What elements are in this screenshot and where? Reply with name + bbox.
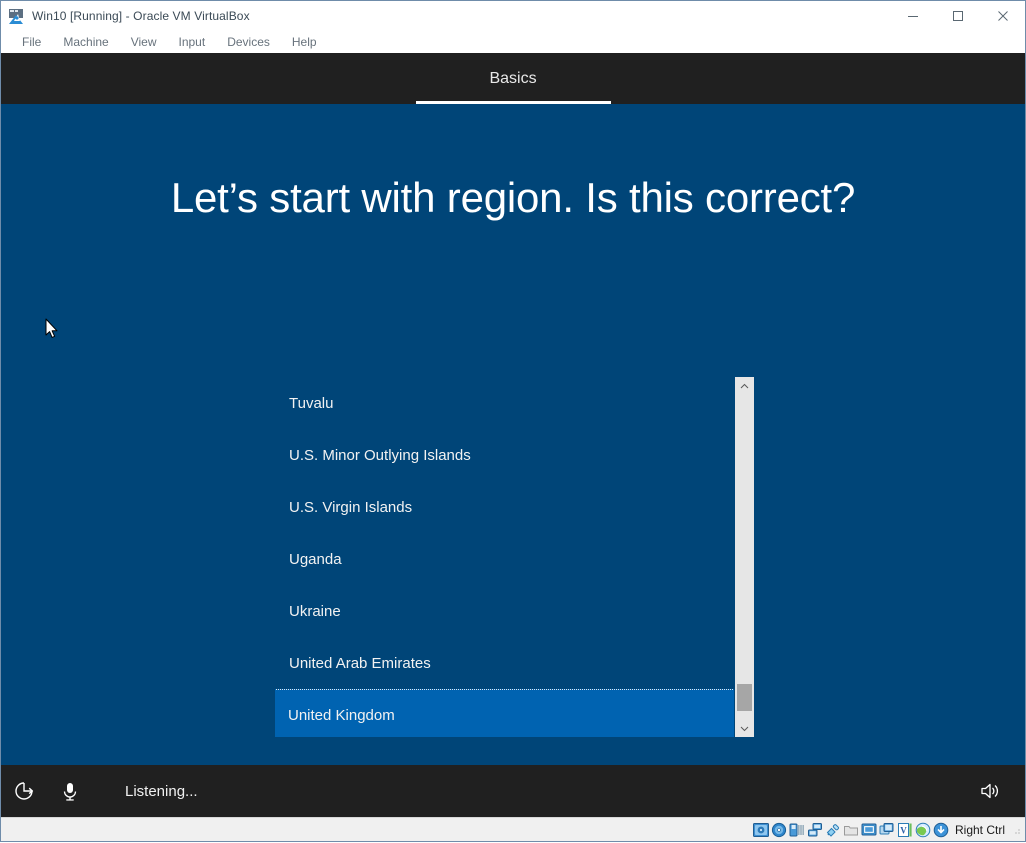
menu-item-input[interactable]: Input xyxy=(168,31,217,53)
volume-icon xyxy=(981,783,999,799)
chevron-up-icon xyxy=(740,383,749,388)
microphone-button[interactable] xyxy=(47,765,93,817)
minimize-icon xyxy=(907,16,918,17)
menu-item-help[interactable]: Help xyxy=(281,31,328,53)
scrollbar-track[interactable] xyxy=(735,394,754,720)
oobe-footer: Listening... xyxy=(1,765,1025,817)
footer-right-group xyxy=(967,765,1025,817)
list-item-label: Ukraine xyxy=(289,602,341,620)
list-item-label: United Kingdom xyxy=(288,706,395,724)
menu-item-view[interactable]: View xyxy=(120,31,168,53)
recording-icon[interactable] xyxy=(879,822,895,838)
usb-icon[interactable] xyxy=(825,822,841,838)
optical-drive-icon[interactable] xyxy=(771,822,787,838)
video-capture-icon[interactable]: V xyxy=(897,822,913,838)
list-item[interactable]: United Arab Emirates xyxy=(275,637,734,689)
list-item-selected[interactable]: United Kingdom xyxy=(275,689,734,737)
scrollbar-thumb[interactable] xyxy=(737,684,752,711)
list-item[interactable]: Ukraine xyxy=(275,585,734,637)
svg-text:V: V xyxy=(900,825,907,835)
keyboard-icon[interactable] xyxy=(933,822,949,838)
display-icon[interactable] xyxy=(861,822,877,838)
network-icon[interactable] xyxy=(807,822,823,838)
virtualbox-window: Win10 [Running] - Oracle VM VirtualBox F… xyxy=(0,0,1026,842)
menu-item-file[interactable]: File xyxy=(11,31,52,53)
vbox-status-icons: V xyxy=(752,822,949,838)
list-item-label: Tuvalu xyxy=(289,394,334,412)
shared-folders-icon[interactable] xyxy=(843,822,859,838)
list-item[interactable]: U.S. Virgin Islands xyxy=(275,481,734,533)
chevron-down-icon xyxy=(740,726,749,731)
virtualbox-icon xyxy=(8,8,24,24)
list-item-label: U.S. Virgin Islands xyxy=(289,498,413,516)
window-controls xyxy=(890,1,1025,31)
titlebar: Win10 [Running] - Oracle VM VirtualBox xyxy=(1,1,1025,31)
hard-disk-icon[interactable] xyxy=(752,822,769,838)
mouse-integration-icon[interactable] xyxy=(915,822,931,838)
ease-of-access-icon xyxy=(15,782,34,800)
menubar: File Machine View Input Devices Help xyxy=(1,31,1025,53)
scroll-up-button[interactable] xyxy=(735,377,754,394)
list-item-label: United Arab Emirates xyxy=(289,654,431,672)
menu-item-devices[interactable]: Devices xyxy=(216,31,281,53)
region-listbox[interactable]: Tuvalu U.S. Minor Outlying Islands U.S. … xyxy=(275,377,754,737)
region-list-items: Tuvalu U.S. Minor Outlying Islands U.S. … xyxy=(275,377,734,737)
list-item[interactable]: Tuvalu xyxy=(275,377,734,429)
list-item[interactable]: U.S. Minor Outlying Islands xyxy=(275,429,734,481)
vm-screen: Basics Let’s start with region. Is this … xyxy=(1,53,1025,817)
region-list-scrollbar[interactable] xyxy=(735,377,754,737)
page-title: Let’s start with region. Is this correct… xyxy=(170,174,856,221)
floppy-drive-icon[interactable] xyxy=(789,822,805,838)
tab-basics[interactable]: Basics xyxy=(415,53,611,104)
close-button[interactable] xyxy=(980,1,1025,31)
mouse-cursor xyxy=(45,318,59,344)
menu-item-machine[interactable]: Machine xyxy=(52,31,119,53)
list-item-label: Uganda xyxy=(289,550,342,568)
ease-of-access-button[interactable] xyxy=(1,765,47,817)
resize-grip-icon[interactable] xyxy=(1011,825,1021,835)
oobe-header: Basics xyxy=(1,53,1025,104)
maximize-icon xyxy=(952,11,963,21)
scroll-down-button[interactable] xyxy=(735,720,754,737)
tab-basics-label: Basics xyxy=(489,69,537,87)
oobe-body: Let’s start with region. Is this correct… xyxy=(1,104,1025,817)
volume-button[interactable] xyxy=(967,765,1013,817)
list-item[interactable]: Uganda xyxy=(275,533,734,585)
vbox-statusbar: V Right Ctrl xyxy=(1,817,1025,841)
microphone-icon xyxy=(63,783,77,801)
window-title: Win10 [Running] - Oracle VM VirtualBox xyxy=(32,9,250,23)
close-icon xyxy=(997,11,1008,21)
host-key-label: Right Ctrl xyxy=(954,822,1005,837)
minimize-button[interactable] xyxy=(890,1,935,31)
voice-status-text: Listening... xyxy=(125,782,198,800)
maximize-button[interactable] xyxy=(935,1,980,31)
list-item-label: U.S. Minor Outlying Islands xyxy=(289,446,471,464)
